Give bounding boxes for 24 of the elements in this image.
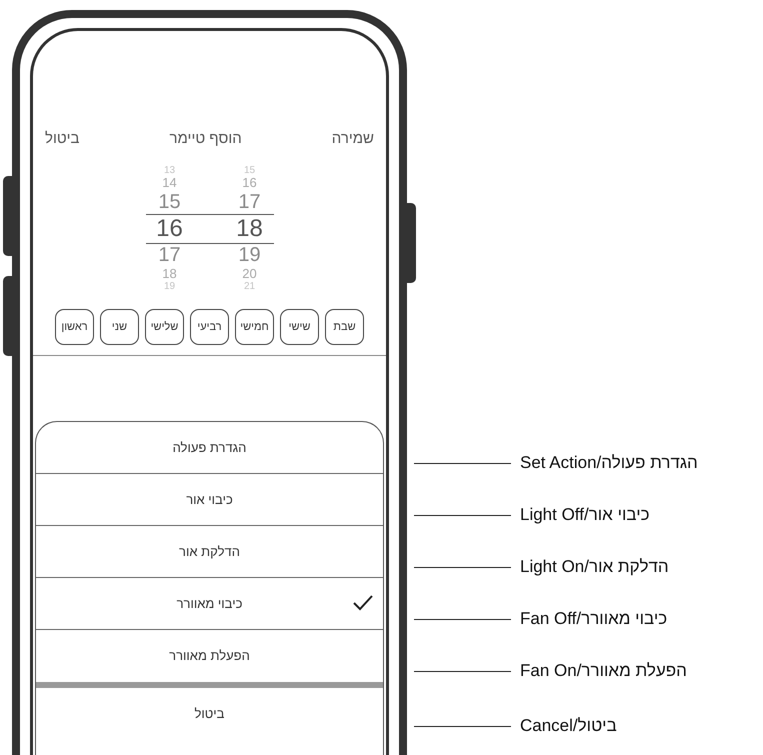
day-button[interactable]: שלישי xyxy=(145,308,184,345)
day-button[interactable]: שישי xyxy=(280,308,319,345)
day-button[interactable]: ראשון xyxy=(55,308,94,345)
sheet-cancel-button[interactable]: ביטול xyxy=(36,688,383,740)
cancel-link[interactable]: ביטול xyxy=(45,128,80,150)
action-option[interactable]: כיבוי אור xyxy=(36,474,383,525)
day-button[interactable]: שבת xyxy=(325,308,364,345)
action-option[interactable]: הפעלת מאוורר xyxy=(36,630,383,682)
action-option[interactable]: כיבוי מאוורר xyxy=(36,578,383,629)
callout-label: Light Off/כיבוי אור xyxy=(520,504,650,526)
day-button[interactable]: רביעי xyxy=(190,308,229,345)
callout-label: Fan On/הפעלת מאוורר xyxy=(520,660,687,682)
callout-label: Light On/הדלקת אור xyxy=(520,556,669,578)
picker-value[interactable]: 16 xyxy=(154,214,186,243)
day-button[interactable]: חמישי xyxy=(235,308,274,345)
callout-label: Cancel/ביטול xyxy=(520,715,617,738)
picker-value[interactable]: 18 xyxy=(234,214,266,243)
callout-label: Set Action/הגדרת פעולה xyxy=(520,452,698,474)
callout-label: Fan Off/כיבוי מאוורר xyxy=(520,608,668,630)
save-link[interactable]: שמירה xyxy=(332,128,374,150)
sheet-title: הגדרת פעולה xyxy=(172,438,246,457)
day-button[interactable]: שני xyxy=(100,308,139,345)
action-option[interactable]: הדלקת אור xyxy=(36,526,383,577)
screen-title: הוסף טיימר xyxy=(170,129,242,149)
